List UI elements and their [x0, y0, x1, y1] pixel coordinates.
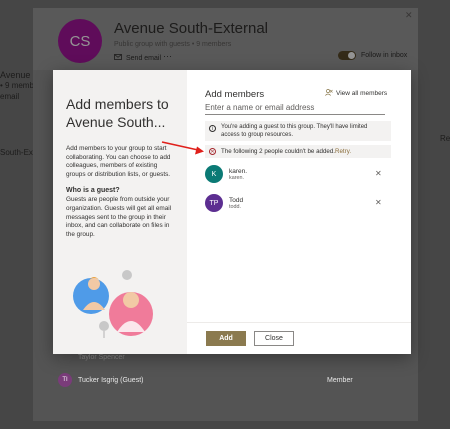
avatar: TI — [58, 373, 72, 387]
add-button[interactable]: Add — [206, 331, 246, 346]
dialog-title: Add members to Avenue South... — [66, 96, 169, 130]
person-chip: K karen. karen. — [205, 165, 247, 183]
remove-person-icon[interactable]: ✕ — [375, 198, 382, 207]
footer-divider — [187, 322, 411, 323]
dialog-info-pane: Add members to Avenue South... Add membe… — [53, 70, 187, 354]
person-name: Todd — [229, 196, 244, 204]
add-members-heading: Add members — [205, 89, 265, 100]
error-icon: ✕ — [209, 148, 216, 155]
people-illustration — [69, 270, 179, 342]
person-email: karen. — [229, 174, 244, 181]
member-search-input[interactable] — [205, 101, 385, 115]
avatar: TP — [205, 194, 223, 212]
dialog-intro: Add members to your group to start colla… — [66, 145, 171, 178]
member-role: Member — [327, 377, 353, 384]
red-arrow-annotation — [160, 139, 206, 164]
close-button[interactable]: Close — [254, 331, 294, 346]
info-icon: i — [209, 125, 216, 132]
member-name: Tucker Isgrig (Guest) — [78, 376, 144, 384]
view-all-label: View all members — [336, 90, 388, 97]
remove-person-icon[interactable]: ✕ — [375, 169, 382, 178]
person-email: todd. — [229, 203, 241, 210]
guest-info-text: You're adding a guest to this group. The… — [221, 124, 368, 138]
error-message: ✕ The following 2 people couldn't be add… — [205, 145, 391, 158]
member-name: Taylor Spencer — [78, 353, 125, 361]
member-row: TI Tucker Isgrig (Guest) — [58, 373, 143, 387]
error-text: The following 2 people couldn't be added… — [221, 148, 336, 155]
view-all-members-link[interactable]: View all members — [325, 89, 387, 98]
dialog-form-pane: Add members View all members i You're ad… — [187, 70, 411, 354]
people-icon — [325, 89, 333, 98]
guest-heading: Who is a guest? — [66, 187, 120, 195]
person-name: karen. — [229, 167, 248, 175]
guest-info-message: i You're adding a guest to this group. T… — [205, 121, 391, 141]
guest-description: Guests are people from outside your orga… — [66, 196, 172, 238]
avatar: K — [205, 165, 223, 183]
person-chip: TP Todd todd. — [205, 194, 243, 212]
add-members-dialog: Add members to Avenue South... Add membe… — [53, 70, 411, 354]
retry-link[interactable]: Retry. — [335, 148, 351, 155]
